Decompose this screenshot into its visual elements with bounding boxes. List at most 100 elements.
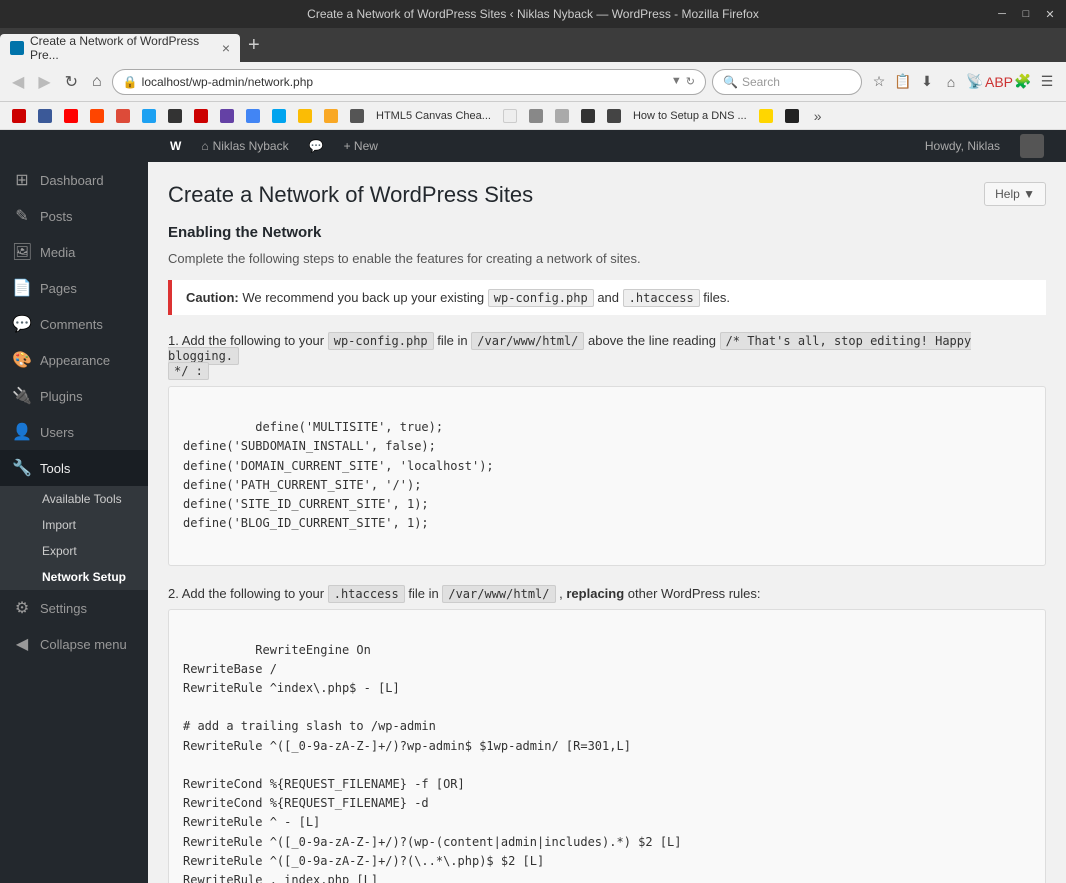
bookmark-gplus[interactable] xyxy=(112,109,134,123)
bookmark-dark3[interactable] xyxy=(603,109,625,123)
tab-label: Create a Network of WordPress Pre... xyxy=(30,34,216,62)
refresh-icon[interactable]: ↻ xyxy=(686,75,695,88)
step1-path: /var/www/html/ xyxy=(471,332,584,350)
bookmark-yt[interactable] xyxy=(60,109,82,123)
browser-tab-active[interactable]: Create a Network of WordPress Pre... × xyxy=(0,34,240,62)
sidebar-item-network-setup[interactable]: Network Setup xyxy=(0,564,148,590)
help-button[interactable]: Help ▼ xyxy=(984,182,1046,206)
sidebar-item-dashboard[interactable]: ⊞ Dashboard xyxy=(0,162,148,198)
sidebar-item-pages[interactable]: 📄 Pages xyxy=(0,270,148,306)
bookmark-star-icon[interactable]: ☆ xyxy=(868,71,890,93)
dark3-icon xyxy=(607,109,621,123)
sidebar-label-appearance: Appearance xyxy=(40,353,110,368)
adminbar-avatar[interactable] xyxy=(1010,130,1054,162)
caution-file1: wp-config.php xyxy=(488,289,594,307)
close-button[interactable]: ✕ xyxy=(1042,8,1058,21)
section-desc: Complete the following steps to enable t… xyxy=(168,251,1046,266)
bookmark-github[interactable] xyxy=(164,109,186,123)
secure-icon: 🔒 xyxy=(123,75,138,89)
bookmark-gmail[interactable] xyxy=(8,109,30,123)
yellow-icon xyxy=(759,109,773,123)
bookmark-dark2[interactable] xyxy=(577,109,599,123)
adminbar-right: Howdy, Niklas xyxy=(915,130,1054,162)
caution-and: and xyxy=(597,290,622,305)
search-icon: 🔍 xyxy=(723,75,738,89)
step1-num: 1. xyxy=(168,333,182,348)
adminbar-site-label: Niklas Nyback xyxy=(213,139,289,153)
bookmark-dark1[interactable] xyxy=(346,109,368,123)
dark4-icon xyxy=(785,109,799,123)
search-bar[interactable]: 🔍 Search xyxy=(712,69,862,95)
adminbar-new[interactable]: + New xyxy=(334,130,388,162)
bookmark-yellow[interactable] xyxy=(755,109,777,123)
bookmark-ms[interactable] xyxy=(268,109,290,123)
download-icon[interactable]: ⬇ xyxy=(916,71,938,93)
step2-code: RewriteEngine On RewriteBase / RewriteRu… xyxy=(183,643,682,883)
menu-icon[interactable]: ☰ xyxy=(1036,71,1058,93)
sidebar-item-comments[interactable]: 💬 Comments xyxy=(0,306,148,342)
sidebar-item-users[interactable]: 👤 Users xyxy=(0,414,148,450)
sidebar-item-import[interactable]: Import xyxy=(0,512,148,538)
step1-code-block: define('MULTISITE', true); define('SUBDO… xyxy=(168,386,1046,566)
back-button[interactable]: ◀ xyxy=(8,70,28,94)
bookmark-howdns[interactable]: How to Setup a DNS ... xyxy=(629,110,751,122)
sidebar-label-plugins: Plugins xyxy=(40,389,83,404)
sidebar-item-media[interactable]: 🖼 Media xyxy=(0,234,148,270)
forward-button[interactable]: ▶ xyxy=(34,70,54,94)
sidebar-item-posts[interactable]: ✎ Posts xyxy=(0,198,148,234)
extensions-icon[interactable]: 🧩 xyxy=(1012,71,1034,93)
bookmark-twitch[interactable] xyxy=(216,109,238,123)
dropdown-icon[interactable]: ▼ xyxy=(671,75,682,88)
sidebar-label-collapse: Collapse menu xyxy=(40,637,127,652)
bookmark-reddit[interactable] xyxy=(86,109,108,123)
adminbar-comment-icon: 💬 xyxy=(309,139,324,153)
bookmark-cloud[interactable] xyxy=(242,109,264,123)
caution-text: We recommend you back up your existing xyxy=(242,290,487,305)
bookmarks-more-icon[interactable]: » xyxy=(807,105,829,127)
wp-adminbar-top: W ⌂ Niklas Nyback 💬 + New Howdy, Niklas xyxy=(148,130,1066,162)
netflix-icon xyxy=(194,109,208,123)
dotted-icon xyxy=(503,109,517,123)
bookmark-n[interactable] xyxy=(190,109,212,123)
browser-tabbar: Create a Network of WordPress Pre... × + xyxy=(0,28,1066,62)
page-header: Create a Network of WordPress Sites Help… xyxy=(168,182,1046,208)
sidebar-item-plugins[interactable]: 🔌 Plugins xyxy=(0,378,148,414)
adblock-icon[interactable]: ABP xyxy=(988,71,1010,93)
plugins-icon: 🔌 xyxy=(12,386,32,406)
step2-end: other WordPress rules: xyxy=(628,586,761,601)
adminbar-site-name[interactable]: ⌂ Niklas Nyback xyxy=(191,130,298,162)
bookmark-icon[interactable]: ⌂ xyxy=(940,71,962,93)
address-text: localhost/wp-admin/network.php xyxy=(142,75,667,89)
bookmark-twitter[interactable] xyxy=(138,109,160,123)
sidebar-item-export[interactable]: Export xyxy=(0,538,148,564)
sidebar-item-appearance[interactable]: 🎨 Appearance xyxy=(0,342,148,378)
tab-close-button[interactable]: × xyxy=(222,40,230,56)
bookmark-gray1[interactable] xyxy=(525,109,547,123)
new-tab-button[interactable]: + xyxy=(248,34,260,57)
sidebar-item-collapse[interactable]: ◀ Collapse menu xyxy=(0,626,148,662)
address-bar[interactable]: 🔒 localhost/wp-admin/network.php ▼ ↻ xyxy=(112,69,706,95)
bookmark-html5[interactable]: HTML5 Canvas Chea... xyxy=(372,110,495,122)
restore-button[interactable]: □ xyxy=(1018,8,1034,21)
caution-box: Caution: We recommend you back up your e… xyxy=(168,280,1046,315)
reading-list-icon[interactable]: 📋 xyxy=(892,71,914,93)
bookmark-dark4[interactable] xyxy=(781,109,803,123)
twitter-icon xyxy=(142,109,156,123)
bookmark-color[interactable] xyxy=(294,109,316,123)
reload-button[interactable]: ↻ xyxy=(61,70,82,94)
minimize-button[interactable]: ─ xyxy=(994,8,1010,21)
adminbar-comments[interactable]: 💬 xyxy=(299,130,334,162)
adminbar-howdy: Howdy, Niklas xyxy=(915,139,1010,153)
sidebar-item-tools[interactable]: 🔧 Tools xyxy=(0,450,148,486)
sidebar-item-settings[interactable]: ⚙ Settings xyxy=(0,590,148,626)
adminbar-wp-logo[interactable]: W xyxy=(160,130,191,162)
bookmark-fb[interactable] xyxy=(34,109,56,123)
bookmark-gray2[interactable] xyxy=(551,109,573,123)
bookmark-dotted[interactable] xyxy=(499,109,521,123)
rss-icon[interactable]: 📡 xyxy=(964,71,986,93)
bookmark-star[interactable] xyxy=(320,109,342,123)
dark2-icon xyxy=(581,109,595,123)
home-button[interactable]: ⌂ xyxy=(88,71,106,93)
sidebar-item-available-tools[interactable]: Available Tools xyxy=(0,486,148,512)
wp-logo-icon: W xyxy=(170,139,181,153)
